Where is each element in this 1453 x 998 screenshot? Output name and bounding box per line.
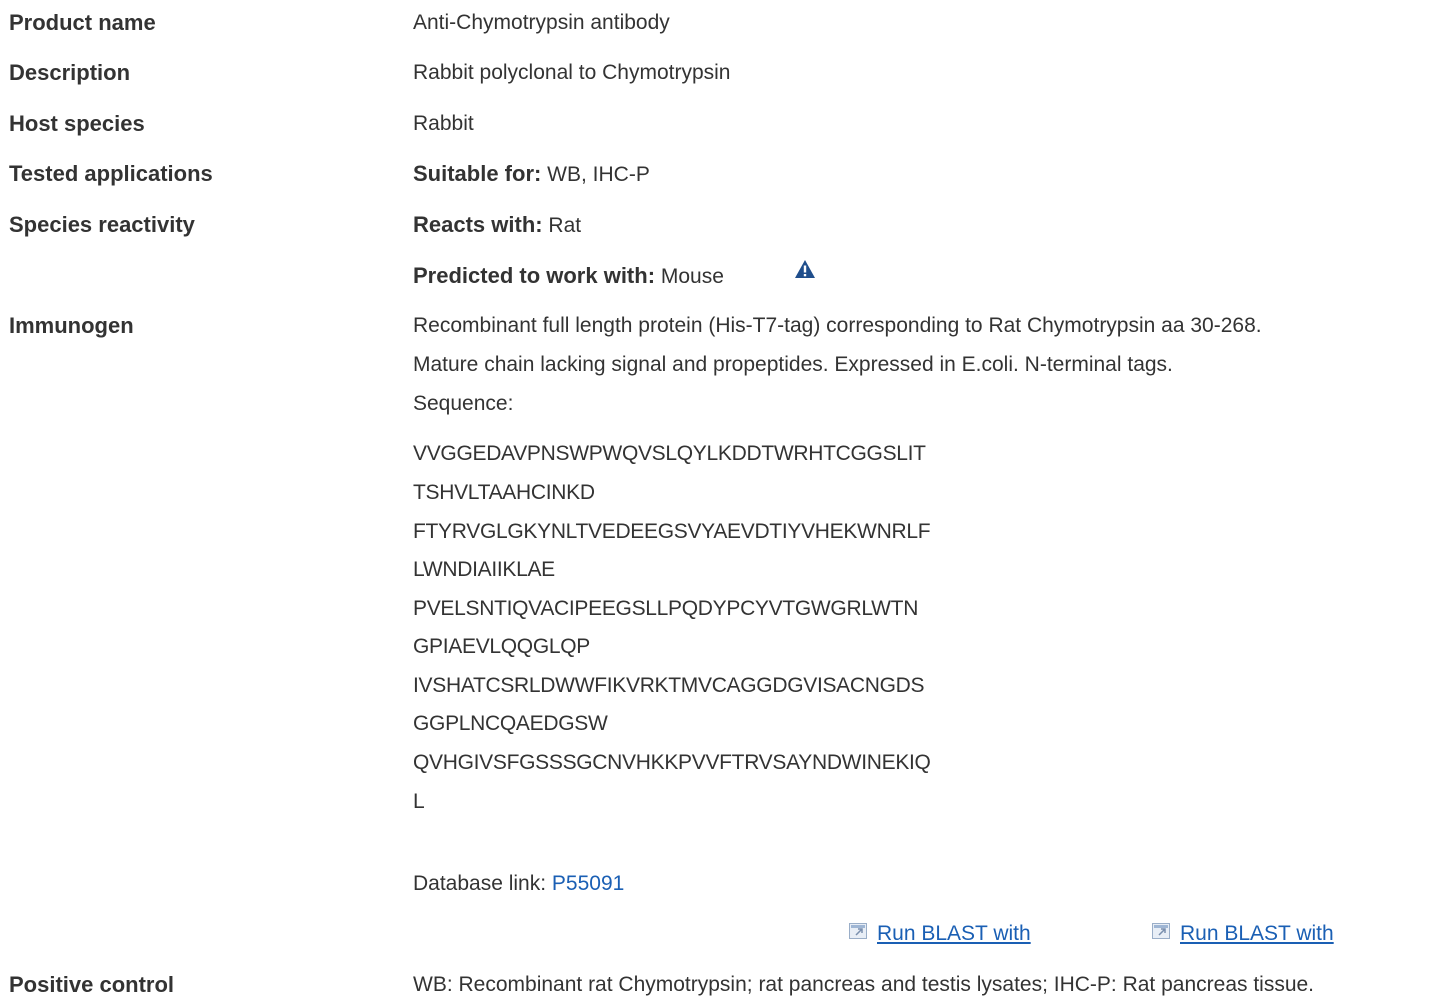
sequence-line: FTYRVGLGKYNLTVEDEEGSVYAEVDTIYVHEKWNRLF	[413, 520, 931, 543]
sequence-line: TSHVLTAAHCINKD	[413, 481, 595, 504]
database-link-prefix: Database link:	[413, 872, 552, 895]
sequence-line: VVGGEDAVPNSWPWQVSLQYLKDDTWRHTCGGSLIT	[413, 442, 926, 465]
immunogen-label: Immunogen	[9, 313, 134, 338]
external-link-icon	[849, 923, 867, 939]
run-blast-link-2[interactable]: Run BLAST with	[1152, 921, 1334, 947]
product-name-label: Product name	[9, 10, 156, 35]
predicted-value: Mouse	[655, 265, 724, 288]
immunogen-line-2: Mature chain lacking signal and propepti…	[413, 353, 1173, 376]
database-link[interactable]: P55091	[552, 872, 624, 895]
tested-applications-value: Suitable for: WB, IHC-P	[413, 161, 650, 188]
sequence-line: IVSHATCSRLDWWFIKVRKTMVCAGGDGVISACNGDS	[413, 674, 925, 697]
suitable-for-value: WB, IHC-P	[541, 163, 650, 186]
host-species-value: Rabbit	[413, 112, 474, 135]
run-blast-label-1: Run BLAST with	[877, 922, 1031, 945]
predicted-prefix: Predicted to work with:	[413, 263, 656, 288]
species-reactivity-label: Species reactivity	[9, 212, 195, 237]
host-species-label: Host species	[9, 111, 145, 136]
description-value: Rabbit polyclonal to Chymotrypsin	[413, 61, 731, 84]
database-link-row: Database link: P55091	[413, 871, 624, 897]
reacts-with-value: Rat	[542, 214, 582, 237]
sequence-line: GGPLNCQAEDGSW	[413, 712, 608, 735]
positive-control-label: Positive control	[9, 972, 175, 997]
immunogen-line-1: Recombinant full length protein (His-T7-…	[413, 314, 1262, 337]
sequence-line: L	[413, 790, 425, 813]
positive-control-value: WB: Recombinant rat Chymotrypsin; rat pa…	[413, 973, 1315, 996]
product-name-value: Anti-Chymotrypsin antibody	[413, 11, 670, 34]
warning-triangle-icon[interactable]	[794, 259, 816, 279]
predicted-to-work-with: Predicted to work with: Mouse	[413, 263, 724, 290]
sequence-line: LWNDIAIIKLAE	[413, 558, 555, 581]
tested-applications-label: Tested applications	[9, 161, 213, 186]
run-blast-link-1[interactable]: Run BLAST with	[849, 921, 1031, 947]
sequence-line: QVHGIVSFGSSSGCNVHKKPVVFTRVSAYNDWINEKIQ	[413, 751, 931, 774]
reacts-with-prefix: Reacts with:	[413, 212, 543, 237]
immunogen-line-3: Sequence:	[413, 392, 514, 415]
reacts-with: Reacts with: Rat	[413, 212, 581, 239]
sequence-line: GPIAEVLQQGLQP	[413, 635, 590, 658]
description-label: Description	[9, 60, 131, 85]
external-link-icon	[1152, 923, 1170, 939]
suitable-for-prefix: Suitable for:	[413, 161, 542, 186]
run-blast-label-2: Run BLAST with	[1180, 922, 1334, 945]
sequence-line: PVELSNTIQVACIPEEGSLLPQDYPCYVTGWGRLWTN	[413, 597, 919, 620]
